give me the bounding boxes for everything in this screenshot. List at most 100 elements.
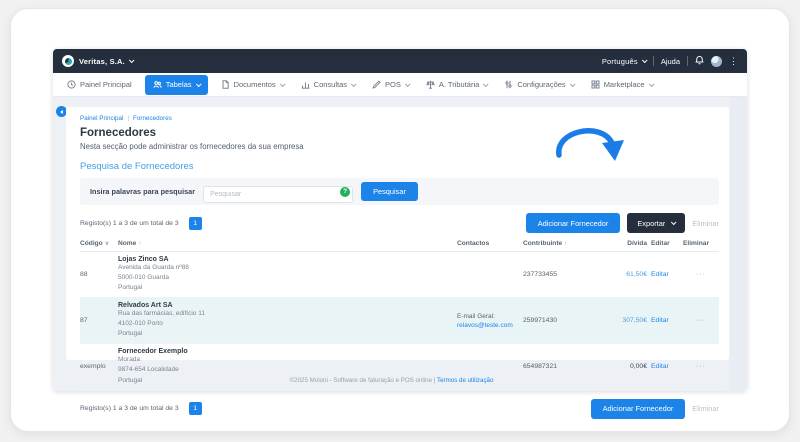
bottom-toolbar: Registo(s) 1 a 3 de um total de 3 1 Adic… bbox=[80, 399, 719, 419]
contact-label: E-mail Geral: bbox=[457, 313, 519, 320]
add-supplier-button[interactable]: Adicionar Fornecedor bbox=[591, 399, 686, 419]
language-label: Português bbox=[602, 57, 638, 66]
supplier-name: Relvados Art SA bbox=[118, 302, 453, 309]
edit-link[interactable]: Editar bbox=[651, 363, 679, 370]
search-input[interactable] bbox=[203, 186, 353, 203]
screenshot-frame: Veritas, S.A. Português Ajuda bbox=[10, 8, 790, 432]
main-navigation: Painel Principal Tabelas Documentos bbox=[53, 73, 747, 97]
records-summary: Registo(s) 1 a 3 de um total de 3 bbox=[80, 220, 179, 227]
search-label: Insira palavras para pesquisar bbox=[90, 187, 195, 196]
breadcrumb-painel-principal[interactable]: Painel Principal bbox=[80, 115, 123, 122]
supplier-address-line: 5000-010 Guarda bbox=[118, 273, 453, 283]
divider bbox=[687, 56, 688, 66]
terms-link[interactable]: Termos de utilização bbox=[437, 377, 493, 384]
header-codigo[interactable]: Código∨ bbox=[80, 240, 114, 247]
sort-up-icon: ↑ bbox=[138, 241, 141, 247]
supplier-name: Fornecedor Exemplo bbox=[118, 348, 453, 355]
row-more-icon[interactable]: ··· bbox=[683, 271, 719, 278]
header-contactos: Contactos bbox=[457, 240, 519, 247]
pagination-page-1[interactable]: 1 bbox=[189, 217, 202, 230]
header-eliminar: Eliminar bbox=[683, 240, 719, 247]
chevron-down-icon bbox=[280, 81, 286, 87]
header-nome[interactable]: Nome↑ bbox=[118, 240, 453, 247]
settings-sliders-icon bbox=[504, 80, 513, 89]
chevron-down-icon bbox=[129, 57, 135, 63]
supplier-vat: 654987321 bbox=[523, 363, 609, 370]
nav-item-tabelas[interactable]: Tabelas bbox=[145, 75, 208, 95]
supplier-address-line: 4102-010 Porto bbox=[118, 319, 453, 329]
page-title: Fornecedores bbox=[80, 127, 719, 139]
pos-icon bbox=[372, 80, 381, 89]
chevron-down-icon bbox=[671, 219, 677, 225]
header-contribuinte[interactable]: Contribuinte↑ bbox=[523, 240, 609, 247]
search-bar: Insira palavras para pesquisar ? Pesquis… bbox=[80, 178, 719, 205]
supplier-name: Lojas Zinco SA bbox=[118, 256, 453, 263]
table-row[interactable]: 88 Lojas Zinco SA Avenida da Guarda nº88… bbox=[80, 252, 719, 298]
consultas-chart-icon bbox=[301, 80, 310, 89]
sort-up-icon: ↑ bbox=[564, 241, 567, 247]
row-more-icon[interactable]: ··· bbox=[683, 317, 719, 324]
nav-item-consultas[interactable]: Consultas bbox=[293, 73, 363, 97]
pagination-page-1[interactable]: 1 bbox=[189, 402, 202, 415]
chevron-down-icon bbox=[570, 81, 576, 87]
footer-separator: | bbox=[434, 377, 436, 384]
documents-icon bbox=[221, 80, 230, 89]
supplier-vat: 259971430 bbox=[523, 317, 609, 324]
page-subtitle: Nesta secção pode administrar os fornece… bbox=[80, 142, 719, 151]
suppliers-table: Código∨ Nome↑ Contactos Contribuinte↑ Dí bbox=[80, 240, 719, 391]
supplier-code: 88 bbox=[80, 271, 114, 278]
chevron-down-icon bbox=[405, 81, 411, 87]
supplier-address-line: Avenida da Guarda nº88 bbox=[118, 263, 453, 273]
header-divida: Dívida bbox=[613, 240, 647, 247]
table-row[interactable]: 87 Relvados Art SA Rua das farmácias, ed… bbox=[80, 298, 719, 344]
notifications-bell-icon[interactable] bbox=[695, 55, 704, 67]
app-footer: ©2025 Moloni - Software de faturação e P… bbox=[53, 377, 730, 384]
overflow-menu-icon[interactable]: ⋮ bbox=[729, 57, 738, 66]
nav-item-marketplace[interactable]: Marketplace bbox=[583, 73, 661, 97]
search-button[interactable]: Pesquisar bbox=[361, 182, 418, 201]
delete-button[interactable]: Eliminar bbox=[692, 404, 719, 413]
search-help-icon[interactable]: ? bbox=[340, 187, 350, 197]
search-section-title: Pesquisa de Fornecedores bbox=[80, 161, 719, 172]
company-logo-icon bbox=[62, 55, 74, 67]
supplier-address-line: Morada bbox=[118, 355, 453, 365]
records-toolbar: Registo(s) 1 a 3 de um total de 3 1 Adic… bbox=[80, 213, 719, 233]
breadcrumb-fornecedores[interactable]: Fornecedores bbox=[133, 115, 172, 122]
company-selector[interactable]: Veritas, S.A. bbox=[79, 57, 133, 66]
dashboard-clock-icon bbox=[67, 80, 76, 89]
footer-text: ©2025 Moloni - Software de faturação e P… bbox=[290, 377, 433, 384]
nav-item-configuracoes[interactable]: Configurações bbox=[496, 73, 581, 97]
supplier-contact: E-mail Geral: relavos@teste.com bbox=[457, 313, 519, 329]
table-header-row: Código∨ Nome↑ Contactos Contribuinte↑ Dí bbox=[80, 240, 719, 252]
contact-email-link[interactable]: relavos@teste.com bbox=[457, 322, 519, 329]
top-bar: Veritas, S.A. Português Ajuda bbox=[53, 49, 747, 73]
nav-item-pos[interactable]: POS bbox=[364, 73, 417, 97]
help-link[interactable]: Ajuda bbox=[661, 57, 680, 66]
marketplace-grid-icon bbox=[591, 80, 600, 89]
edit-link[interactable]: Editar bbox=[651, 317, 679, 324]
add-supplier-button[interactable]: Adicionar Fornecedor bbox=[526, 213, 621, 233]
supplier-vat: 237733455 bbox=[523, 271, 609, 278]
records-summary: Registo(s) 1 a 3 de um total de 3 bbox=[80, 405, 179, 412]
chevron-down-icon bbox=[642, 57, 648, 63]
language-selector[interactable]: Português bbox=[602, 57, 646, 66]
delete-button[interactable]: Eliminar bbox=[692, 219, 719, 228]
export-button[interactable]: Exportar bbox=[627, 213, 685, 233]
nav-item-documentos[interactable]: Documentos bbox=[213, 73, 292, 97]
supplier-address-line: Portugal bbox=[118, 329, 453, 339]
edit-link[interactable]: Editar bbox=[651, 271, 679, 278]
row-more-icon[interactable]: ··· bbox=[683, 363, 719, 370]
supplier-address-line: 9874-654 Localidade bbox=[118, 365, 453, 375]
supplier-address-line: Rua das farmácias, edifício 11 bbox=[118, 309, 453, 319]
content-panel: Painel Principal | Fornecedores Forneced… bbox=[66, 107, 729, 360]
supplier-code: exemplo bbox=[80, 363, 114, 370]
supplier-address-line: Portugal bbox=[118, 283, 453, 293]
sort-down-icon: ∨ bbox=[105, 240, 109, 247]
user-avatar[interactable] bbox=[711, 56, 722, 67]
nav-item-painel-principal[interactable]: Painel Principal bbox=[59, 73, 140, 97]
nav-item-tributaria[interactable]: A. Tributária bbox=[418, 73, 495, 97]
chevron-down-icon bbox=[351, 81, 357, 87]
supplier-debt: 307,50€ bbox=[613, 317, 647, 324]
chevron-down-icon bbox=[195, 81, 201, 87]
breadcrumb-separator: | bbox=[127, 115, 129, 122]
